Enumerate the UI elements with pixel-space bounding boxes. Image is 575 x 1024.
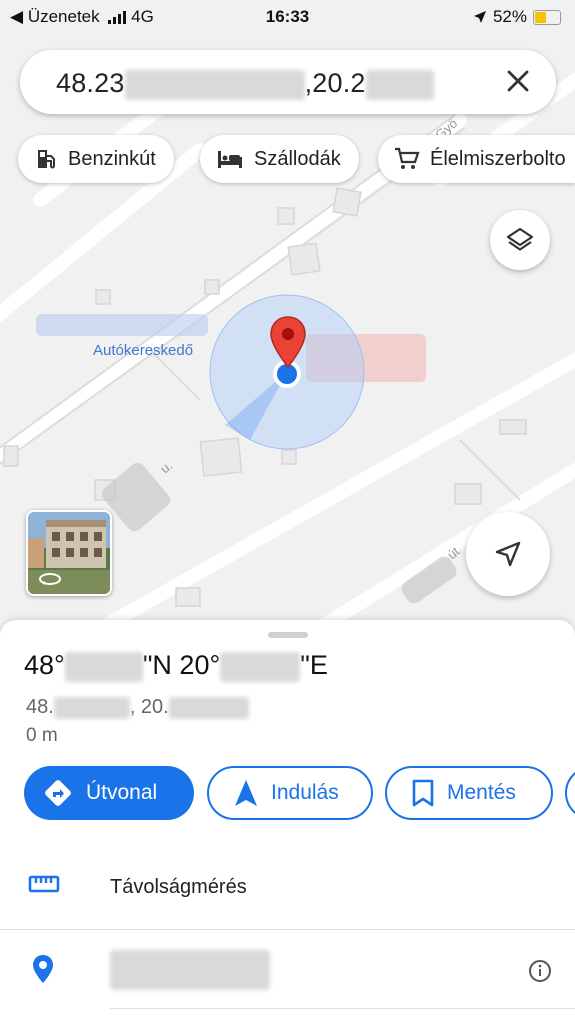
directions-icon [42,777,74,809]
decimal-coordinates[interactable]: 48., 20. [26,696,249,719]
redacted-text [168,696,249,719]
bookmark-icon [411,779,435,807]
close-icon [507,70,529,92]
divider [110,1008,575,1009]
redacted-text [53,696,130,719]
start-navigation-button[interactable]: Indulás [207,766,373,820]
layers-button[interactable] [490,210,550,270]
ruler-icon [28,873,60,900]
redacted-text [220,651,301,682]
info-icon[interactable] [528,959,552,988]
my-location-button[interactable] [466,512,550,596]
chip-grocery[interactable]: Élelmiszerbolto [378,135,575,183]
street-view-thumbnail[interactable] [26,510,112,596]
measure-distance-row[interactable]: Távolságmérés [0,848,575,926]
place-sheet[interactable]: 48° "N 20° "E 48., 20. 0 m Útvonal Indulás… [0,620,575,1024]
location-marker-icon [32,954,54,989]
measure-distance-label: Távolságmérés [110,876,247,898]
distance-label: 0 m [26,725,58,746]
location-arrow-icon [473,11,486,23]
search-query[interactable]: 48.23,20.2 [56,68,434,100]
redacted-text [124,69,305,100]
directions-button[interactable]: Útvonal [24,766,194,820]
battery-icon [533,9,561,25]
redacted-address [110,950,270,990]
hotel-bed-icon [216,148,244,170]
more-actions-button[interactable] [565,766,575,820]
place-title-coordinates: 48° "N 20° "E [24,650,328,682]
navigation-arrow-icon [495,541,521,567]
chip-gas-station[interactable]: Benzinkút [18,135,174,183]
map-place-label[interactable]: Autókereskedő [93,342,193,359]
navigation-icon [233,779,259,807]
search-bar[interactable]: 48.23,20.2 [20,50,556,114]
rotate-360-icon [39,573,61,585]
battery-percent: 52% [492,7,527,26]
sheet-drag-handle[interactable] [268,632,308,638]
shopping-cart-icon [394,147,420,171]
redacted-text [64,651,143,682]
chip-hotels[interactable]: Szállodák [200,135,359,183]
svg-text:u.: u. [157,458,175,476]
address-row[interactable] [0,932,575,1010]
save-button[interactable]: Mentés [385,766,553,820]
gas-station-icon [34,147,58,171]
status-bar: ◀ Üzenetek 4G 16:33 52% [0,0,575,34]
layers-icon [506,227,534,251]
divider [0,929,575,930]
location-pin-icon[interactable] [270,316,306,368]
redacted-text [365,69,434,100]
clear-search-button[interactable] [502,65,534,97]
